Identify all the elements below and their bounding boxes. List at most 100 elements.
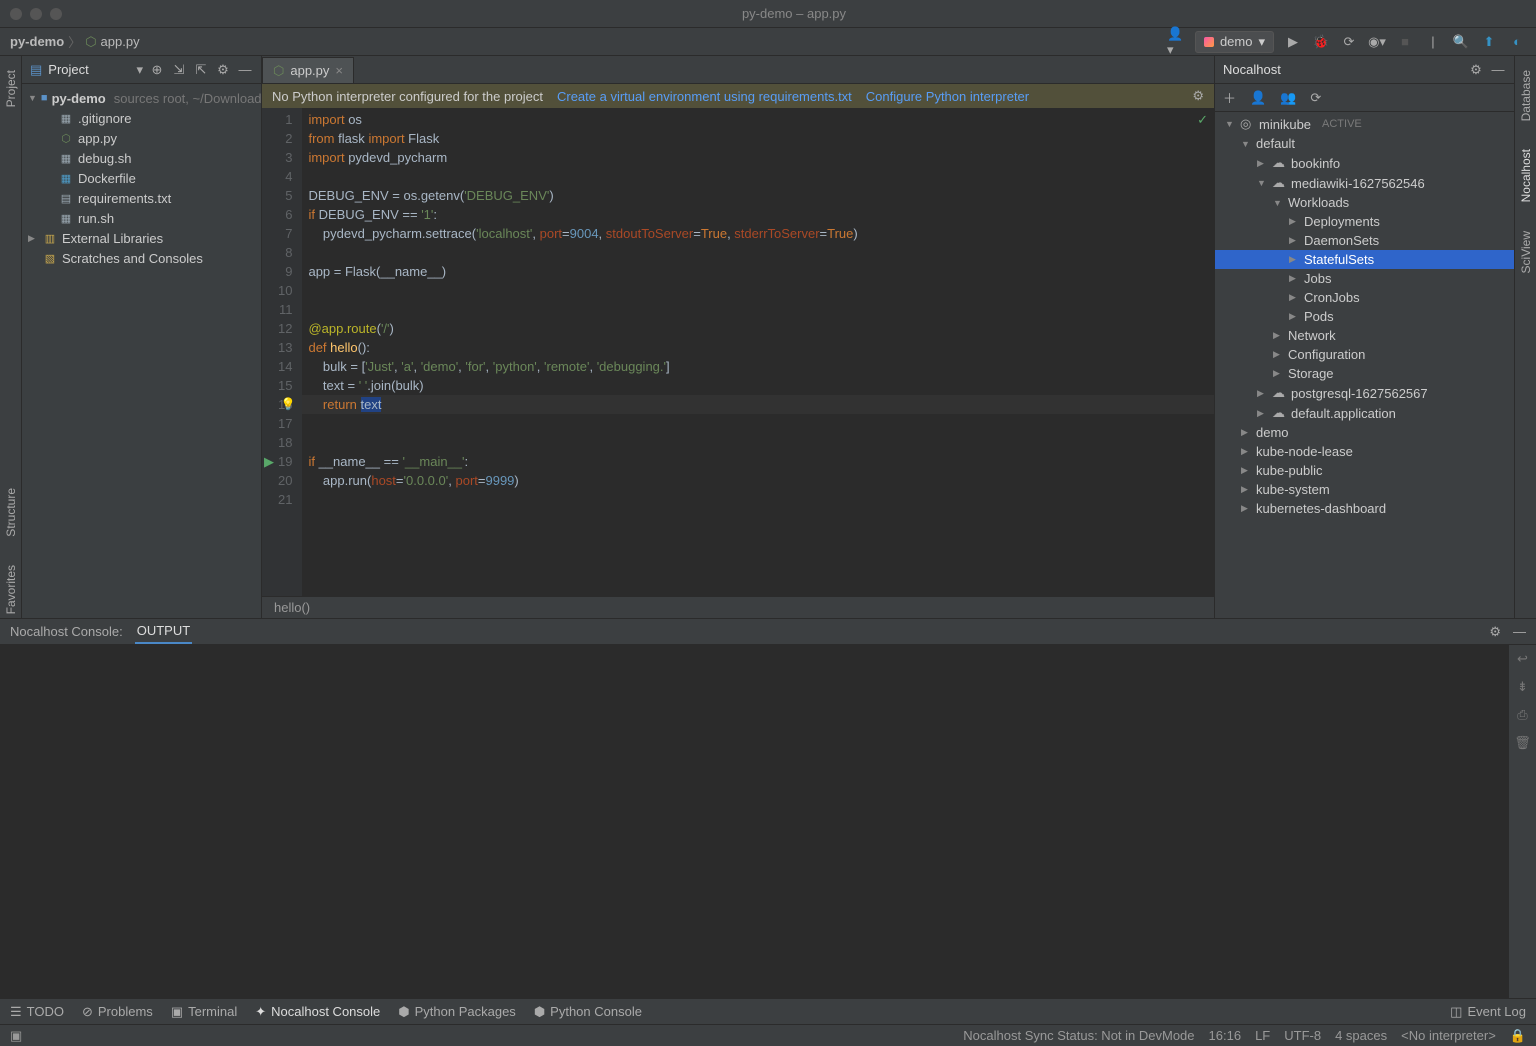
sciview-tool-tab[interactable]: SciView xyxy=(1519,227,1533,277)
nocalhost-tool-tab[interactable]: Nocalhost xyxy=(1519,145,1533,206)
more-run-icon[interactable]: ⟳ xyxy=(1340,33,1358,51)
favorites-tool-tab[interactable]: Favorites xyxy=(4,561,18,618)
cluster-minikube[interactable]: ▼◎minikubeACTIVE xyxy=(1215,114,1514,134)
database-tool-tab[interactable]: Database xyxy=(1519,66,1533,125)
ns-demo[interactable]: ▶demo xyxy=(1215,423,1514,442)
gear-icon[interactable]: ⚙ xyxy=(1489,624,1501,640)
locate-icon[interactable]: ⊕ xyxy=(149,62,165,78)
ns-kube-public[interactable]: ▶kube-public xyxy=(1215,461,1514,480)
status-encoding[interactable]: UTF-8 xyxy=(1284,1028,1321,1043)
breadcrumb-file[interactable]: app.py xyxy=(101,34,140,49)
problems-tool[interactable]: ⊘Problems xyxy=(82,1004,153,1020)
file-debug-sh[interactable]: ▦debug.sh xyxy=(22,148,261,168)
debug-icon[interactable]: 🐞 xyxy=(1312,33,1330,51)
close-tab-icon[interactable]: × xyxy=(335,63,343,78)
ns-kube-node-lease[interactable]: ▶kube-node-lease xyxy=(1215,442,1514,461)
create-venv-link[interactable]: Create a virtual environment using requi… xyxy=(557,89,852,104)
ns-kube-system[interactable]: ▶kube-system xyxy=(1215,480,1514,499)
ns-default[interactable]: ▼default xyxy=(1215,134,1514,153)
editor-tab-app-py[interactable]: ⬡ app.py × xyxy=(262,57,354,83)
group-network[interactable]: ▶Network xyxy=(1215,326,1514,345)
nocalhost-tree[interactable]: ▼◎minikubeACTIVE ▼default ▶☁bookinfo ▼☁m… xyxy=(1215,112,1514,618)
terminal-tool[interactable]: ▣Terminal xyxy=(171,1004,237,1020)
wl-daemonsets[interactable]: ▶DaemonSets xyxy=(1215,231,1514,250)
chevron-down-icon[interactable]: ▾ xyxy=(136,62,143,78)
wl-cronjobs[interactable]: ▶CronJobs xyxy=(1215,288,1514,307)
stop-icon[interactable]: ■ xyxy=(1396,33,1414,51)
editor-crumb-bar[interactable]: hello() xyxy=(262,596,1214,618)
code-content[interactable]: import os from flask import Flask import… xyxy=(302,108,1214,596)
expand-icon[interactable]: ⇲ xyxy=(171,62,187,78)
configure-interpreter-link[interactable]: Configure Python interpreter xyxy=(866,89,1029,104)
event-log-tool[interactable]: ◫Event Log xyxy=(1450,1004,1526,1020)
status-interpreter[interactable]: <No interpreter> xyxy=(1401,1028,1496,1043)
status-position[interactable]: 16:16 xyxy=(1209,1028,1242,1043)
run-config-selector[interactable]: demo ▾ xyxy=(1195,31,1274,53)
run-gutter-icon[interactable]: ▶ xyxy=(264,452,274,471)
group-workloads[interactable]: ▼Workloads xyxy=(1215,193,1514,212)
inspection-ok-icon[interactable]: ✓ xyxy=(1197,112,1208,128)
console-tab-output[interactable]: OUTPUT xyxy=(135,619,192,644)
app-default-application[interactable]: ▶☁default.application xyxy=(1215,403,1514,423)
trash-icon[interactable]: 🗑 xyxy=(1514,735,1531,751)
wl-deployments[interactable]: ▶Deployments xyxy=(1215,212,1514,231)
python-packages-tool[interactable]: ⬢Python Packages xyxy=(398,1004,516,1020)
status-eol[interactable]: LF xyxy=(1255,1028,1270,1043)
tool-windows-icon[interactable]: ▣ xyxy=(10,1028,22,1044)
file-run-sh[interactable]: ▦run.sh xyxy=(22,208,261,228)
file-dockerfile[interactable]: ▦Dockerfile xyxy=(22,168,261,188)
todo-tool[interactable]: ☰TODO xyxy=(10,1004,64,1020)
project-tree[interactable]: ▼ ■ py-demo sources root, ~/Downloads/p … xyxy=(22,84,261,618)
expand-icon[interactable]: ▶ xyxy=(28,233,38,244)
project-root[interactable]: ▼ ■ py-demo sources root, ~/Downloads/p xyxy=(22,88,261,108)
search-icon[interactable]: 🔍 xyxy=(1452,33,1470,51)
app-mediawiki[interactable]: ▼☁mediawiki-1627562546 xyxy=(1215,173,1514,193)
user-icon[interactable]: 👤 xyxy=(1250,90,1266,106)
status-indent[interactable]: 4 spaces xyxy=(1335,1028,1387,1043)
app-bookinfo[interactable]: ▶☁bookinfo xyxy=(1215,153,1514,173)
window-controls[interactable] xyxy=(10,8,62,20)
gear-icon[interactable]: ⚙ xyxy=(1192,88,1204,104)
code-editor[interactable]: 123456789101112131415161718▶192021 impor… xyxy=(262,108,1214,596)
hide-icon[interactable]: — xyxy=(1513,624,1526,639)
coverage-icon[interactable]: ◉▾ xyxy=(1368,33,1386,51)
structure-tool-tab[interactable]: Structure xyxy=(4,484,18,541)
file-gitignore[interactable]: ▦.gitignore xyxy=(22,108,261,128)
wl-statefulsets[interactable]: ▶StatefulSets xyxy=(1215,250,1514,269)
project-tool-tab[interactable]: Project xyxy=(4,66,18,111)
external-libraries[interactable]: ▶▥External Libraries xyxy=(22,228,261,248)
scratches[interactable]: ▧Scratches and Consoles xyxy=(22,248,261,268)
app-postgresql[interactable]: ▶☁postgresql-1627562567 xyxy=(1215,383,1514,403)
file-app-py[interactable]: ⬡app.py xyxy=(22,128,261,148)
gear-icon[interactable]: ⚙ xyxy=(1468,62,1484,78)
collapse-icon[interactable]: ⇱ xyxy=(193,62,209,78)
hide-icon[interactable]: — xyxy=(1490,62,1506,77)
expand-icon[interactable]: ▼ xyxy=(28,93,37,103)
run-icon[interactable]: ▶ xyxy=(1284,33,1302,51)
add-icon[interactable]: ＋ xyxy=(1223,88,1236,107)
users-icon[interactable]: 👥 xyxy=(1280,90,1296,106)
ns-kubernetes-dashboard[interactable]: ▶kubernetes-dashboard xyxy=(1215,499,1514,518)
file-requirements[interactable]: ▤requirements.txt xyxy=(22,188,261,208)
intention-bulb-icon[interactable]: 💡 xyxy=(280,395,295,414)
python-console-tool[interactable]: ⬢Python Console xyxy=(534,1004,642,1020)
print-icon[interactable]: ⎙ xyxy=(1517,707,1527,723)
breadcrumb-project[interactable]: py-demo xyxy=(10,34,64,49)
sync-icon[interactable]: ⬆ xyxy=(1480,33,1498,51)
gear-icon[interactable]: ⚙ xyxy=(215,62,231,78)
nocalhost-console-tool[interactable]: ✦Nocalhost Console xyxy=(255,1004,380,1020)
console-output[interactable] xyxy=(0,645,1508,998)
breadcrumb[interactable]: py-demo 〉 ⬡ app.py xyxy=(10,32,140,51)
hide-icon[interactable]: — xyxy=(237,62,253,77)
lock-icon[interactable]: 🔒 xyxy=(1510,1028,1526,1044)
refresh-icon[interactable]: ⟳ xyxy=(1310,90,1321,106)
wl-pods[interactable]: ▶Pods xyxy=(1215,307,1514,326)
wrap-icon[interactable]: ↩ xyxy=(1517,651,1528,667)
group-configuration[interactable]: ▶Configuration xyxy=(1215,345,1514,364)
status-sync[interactable]: Nocalhost Sync Status: Not in DevMode xyxy=(963,1028,1194,1043)
scroll-icon[interactable]: ⇟ xyxy=(1517,679,1528,695)
group-storage[interactable]: ▶Storage xyxy=(1215,364,1514,383)
wl-jobs[interactable]: ▶Jobs xyxy=(1215,269,1514,288)
ide-updates-icon[interactable]: ◐ xyxy=(1508,33,1526,51)
add-user-icon[interactable]: 👤▾ xyxy=(1167,33,1185,51)
